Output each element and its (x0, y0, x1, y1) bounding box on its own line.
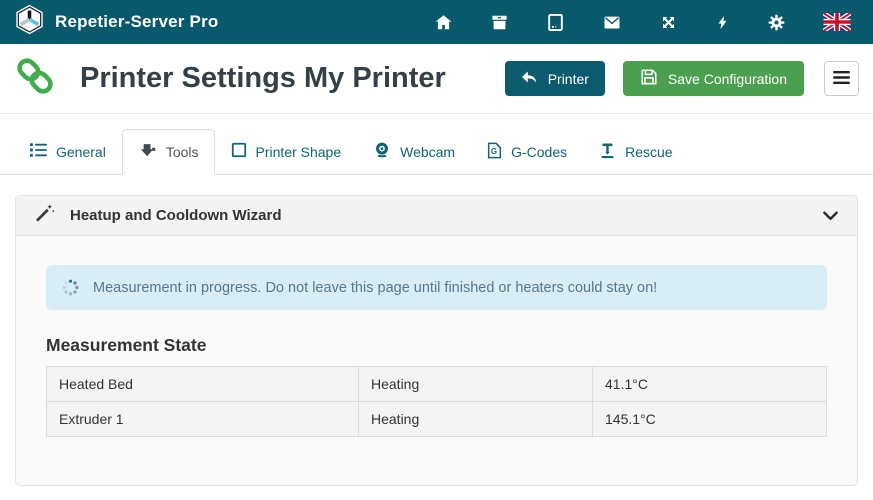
power-icon[interactable] (715, 13, 730, 32)
list-icon (30, 142, 47, 161)
heater-name-cell: Extruder 1 (47, 402, 359, 437)
brand-title: Repetier-Server Pro (55, 12, 218, 32)
chain-link-icon (14, 55, 56, 102)
tab-gcodes[interactable]: G G-Codes (471, 129, 583, 175)
heatup-cooldown-wizard-panel: Heatup and Cooldown Wizard Measurement i… (15, 195, 858, 486)
heater-status-cell: Heating (359, 402, 593, 437)
heater-temperature-cell: 145.1°C (593, 402, 827, 437)
square-outline-icon (231, 142, 247, 161)
back-to-printer-label: Printer (548, 71, 589, 87)
tab-printer-shape[interactable]: Printer Shape (215, 129, 358, 175)
wizard-panel-header[interactable]: Heatup and Cooldown Wizard (16, 196, 857, 236)
heater-name-cell: Heated Bed (47, 367, 359, 402)
settings-icon[interactable] (767, 13, 786, 32)
table-row: Heated Bed Heating 41.1°C (47, 367, 827, 402)
tab-tools-label: Tools (166, 144, 199, 160)
magic-wand-icon (35, 203, 55, 228)
chevron-down-icon[interactable] (823, 211, 838, 221)
extruder-icon (138, 142, 157, 162)
home-icon[interactable] (434, 13, 453, 32)
tab-general[interactable]: General (14, 129, 122, 175)
tab-rescue-label: Rescue (625, 144, 672, 160)
tab-printer-shape-label: Printer Shape (256, 144, 342, 160)
measurement-progress-alert-text: Measurement in progress. Do not leave th… (93, 280, 657, 296)
page-header: Printer Settings My Printer Printer Save… (0, 44, 873, 102)
table-row: Extruder 1 Heating 145.1°C (47, 402, 827, 437)
tab-rescue[interactable]: Rescue (583, 129, 688, 175)
save-floppy-icon (640, 68, 658, 89)
tab-tools[interactable]: Tools (122, 129, 215, 175)
hamburger-icon (833, 71, 850, 87)
touchscreen-icon[interactable] (546, 13, 565, 32)
tab-webcam-label: Webcam (400, 144, 455, 160)
tab-gcodes-label: G-Codes (511, 144, 567, 160)
language-flag-uk-icon[interactable] (823, 13, 851, 31)
webcam-icon (373, 141, 391, 162)
svg-text:G: G (491, 147, 497, 156)
back-to-printer-button[interactable]: Printer (505, 61, 605, 96)
wizard-panel-body: Measurement in progress. Do not leave th… (16, 236, 857, 485)
messages-icon[interactable] (602, 13, 622, 32)
measurement-state-heading: Measurement State (46, 335, 827, 356)
measurement-state-table: Heated Bed Heating 41.1°C Extruder 1 Hea… (46, 366, 827, 437)
save-configuration-label: Save Configuration (668, 71, 787, 87)
tab-webcam[interactable]: Webcam (357, 129, 471, 175)
page-title: Printer Settings My Printer (80, 62, 446, 95)
navbar-icon-menu (434, 13, 859, 32)
repetier-logo-icon (14, 4, 45, 40)
more-menu-button[interactable] (824, 61, 859, 96)
printer-list-icon[interactable] (490, 13, 509, 32)
brand-link[interactable]: Repetier-Server Pro (14, 4, 218, 40)
heater-status-cell: Heating (359, 367, 593, 402)
rescue-probe-icon (599, 142, 616, 162)
gcode-file-icon: G (487, 142, 502, 162)
tab-general-label: General (56, 144, 106, 160)
settings-tab-bar: General Tools Printer Shape Webcam G G-C… (0, 114, 873, 175)
save-configuration-button[interactable]: Save Configuration (623, 61, 804, 96)
top-navbar: Repetier-Server Pro (0, 0, 873, 44)
measurement-progress-alert: Measurement in progress. Do not leave th… (46, 265, 827, 310)
reply-arrow-icon (521, 70, 538, 88)
heater-temperature-cell: 41.1°C (593, 367, 827, 402)
wizard-panel-title: Heatup and Cooldown Wizard (70, 207, 282, 224)
header-actions: Printer Save Configuration (505, 61, 859, 96)
fullscreen-icon[interactable] (659, 13, 678, 32)
spinner-icon (61, 278, 80, 297)
